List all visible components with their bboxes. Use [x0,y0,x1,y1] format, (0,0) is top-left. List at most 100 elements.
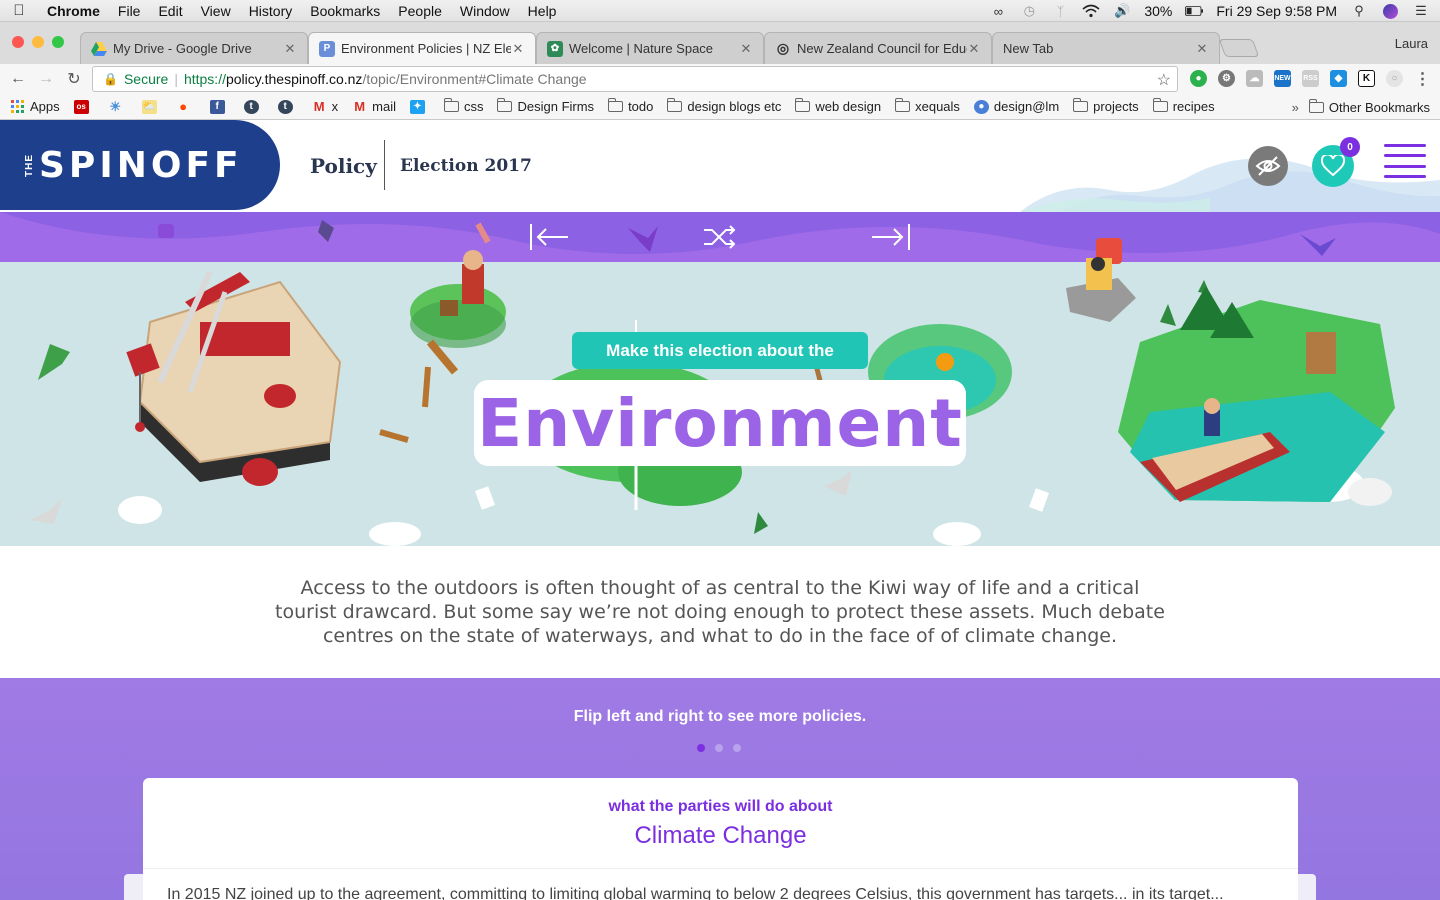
carousel-dot-2[interactable] [715,744,723,752]
bookmark-folder-design-firms[interactable]: Design Firms [497,98,594,114]
close-tab-icon[interactable]: ✕ [283,41,297,57]
tab-nature-space[interactable]: ✿ Welcome | Nature Space ✕ [536,32,764,64]
wifi-icon[interactable] [1082,3,1100,19]
menu-help[interactable]: Help [519,3,566,19]
profile-name[interactable]: Laura [1395,36,1428,51]
bookmark-apps[interactable]: Apps [10,99,60,114]
bookmark-folder-design-blogs[interactable]: design blogs etc [667,98,781,114]
shuffle-topic-icon[interactable] [698,222,742,252]
close-tab-icon[interactable]: ✕ [1195,41,1209,57]
os-icon: os [73,99,89,114]
bookmark-twitter[interactable]: ✦ [409,99,430,114]
bookmark-reddit[interactable]: ● [176,99,196,114]
close-tab-icon[interactable]: ✕ [967,41,981,57]
hamburger-menu-button[interactable] [1384,144,1426,178]
evernote-extension-icon[interactable]: ● [1190,70,1207,87]
drupal-extension-icon[interactable]: ◆ [1330,70,1347,87]
bookmark-folder-todo[interactable]: todo [608,98,654,114]
menu-view[interactable]: View [192,3,240,19]
bookmark-folder-web-design[interactable]: web design [795,98,881,114]
macos-menu-bar:  Chrome File Edit View History Bookmark… [0,0,1440,22]
bookmark-folder-recipes[interactable]: recipes [1152,98,1215,114]
hide-eye-button[interactable] [1248,146,1288,186]
tab-google-drive[interactable]: My Drive - Google Drive ✕ [80,32,308,64]
volume-icon[interactable]: 🔊 [1113,3,1131,19]
folder-icon [1152,98,1168,112]
tab-environment-policies[interactable]: P Environment Policies | NZ Elec ✕ [308,32,536,64]
address-bar[interactable]: 🔒 Secure | https:// policy.thespinoff.co… [92,66,1178,92]
spotlight-search-icon[interactable]: ⚲ [1350,3,1368,19]
k-extension-icon[interactable]: K [1358,70,1375,87]
bookmark-weather[interactable]: ☀ [108,99,128,114]
menu-history[interactable]: History [240,3,302,19]
bookmark-label: todo [628,99,654,114]
previous-topic-arrow-icon[interactable] [528,222,572,252]
bookmark-sunny[interactable]: ⛅ [141,99,162,114]
bookmark-label: x [331,99,339,114]
logo-wordmark: SPINOFF [39,144,243,186]
new-tab-button[interactable] [1218,39,1260,57]
close-window-button[interactable] [12,36,24,48]
rss-extension-icon[interactable]: RSS [1302,70,1319,87]
bookmark-tumblr-2[interactable]: t [277,99,298,114]
chat-extension-icon[interactable]: ○ [1386,70,1403,87]
chrome-menu-icon[interactable]: ⋮ [1414,70,1431,88]
nav-divider [384,140,385,190]
menubar-clock[interactable]: Fri 29 Sep 9:58 PM [1216,3,1337,19]
new-extension-icon[interactable]: NEW [1274,70,1291,87]
nav-election-2017-link[interactable]: Election 2017 [400,156,532,176]
notification-center-icon[interactable]: ☰ [1412,3,1430,19]
tab-new-tab[interactable]: New Tab ✕ [992,32,1220,64]
facebook-icon: f [209,99,225,114]
minimize-window-button[interactable] [32,36,44,48]
bookmark-folder-css[interactable]: css [443,98,483,114]
folder-icon [497,98,513,112]
carousel-dot-3[interactable] [733,744,741,752]
next-topic-arrow-icon[interactable] [868,222,912,252]
menu-people[interactable]: People [389,3,451,19]
topic-intro-paragraph: Access to the outdoors is often thought … [275,577,1165,647]
bookmark-folder-projects[interactable]: projects [1073,98,1139,114]
bookmark-os[interactable]: os [73,99,94,114]
bookmark-folder-xequals[interactable]: xequals [895,98,960,114]
menu-window[interactable]: Window [451,3,519,19]
bookmark-design-lm[interactable]: ● design@lm [973,99,1059,114]
carousel-dots [697,744,741,752]
bookmark-gmail-x[interactable]: Mx [312,99,339,114]
bookmark-gmail-mail[interactable]: Mmail [352,99,396,114]
google-drive-icon [91,41,107,57]
hero-topic-title: Environment [474,380,966,466]
settings-extension-icon[interactable]: ⚙ [1218,70,1235,87]
spinoff-logo[interactable]: THE SPINOFF [0,120,280,210]
bookmark-facebook[interactable]: f [209,99,230,114]
folder-icon [608,98,624,112]
apple-menu-icon[interactable]:  [0,2,38,19]
nav-policy-link[interactable]: Policy [310,154,377,178]
battery-icon[interactable] [1185,3,1204,19]
bookmark-other-bookmarks[interactable]: Other Bookmarks [1308,98,1430,115]
reload-icon[interactable]: ↻ [60,69,88,89]
bluetooth-icon[interactable]: ᛉ [1051,3,1069,19]
creative-cloud-icon[interactable]: ∞ [989,3,1007,19]
siri-icon[interactable] [1381,3,1399,19]
lock-icon: 🔒 [103,72,118,86]
carousel-dot-1[interactable] [697,744,705,752]
bookmark-tumblr-1[interactable]: t [243,99,264,114]
policy-card[interactable]: what the parties will do about Climate C… [143,778,1298,900]
tab-nz-council[interactable]: ◎ New Zealand Council for Educa ✕ [764,32,992,64]
back-arrow-icon[interactable]: ← [4,70,32,88]
menu-bookmarks[interactable]: Bookmarks [301,3,389,19]
menu-bar-line [1384,154,1426,158]
bookmark-star-icon[interactable]: ☆ [1157,70,1171,90]
cloud-extension-icon[interactable]: ☁ [1246,70,1263,87]
menu-chrome[interactable]: Chrome [38,3,109,19]
bookmarks-overflow-chevron-icon[interactable]: » [1292,100,1299,115]
url-path: /topic/Environment#Climate Change [362,71,587,87]
menu-edit[interactable]: Edit [149,3,191,19]
zoom-window-button[interactable] [52,36,64,48]
close-tab-icon[interactable]: ✕ [739,41,753,57]
time-machine-icon[interactable]: ◷ [1020,3,1038,19]
forward-arrow-icon[interactable]: → [32,70,60,88]
close-tab-icon[interactable]: ✕ [511,41,525,57]
menu-file[interactable]: File [109,3,150,19]
